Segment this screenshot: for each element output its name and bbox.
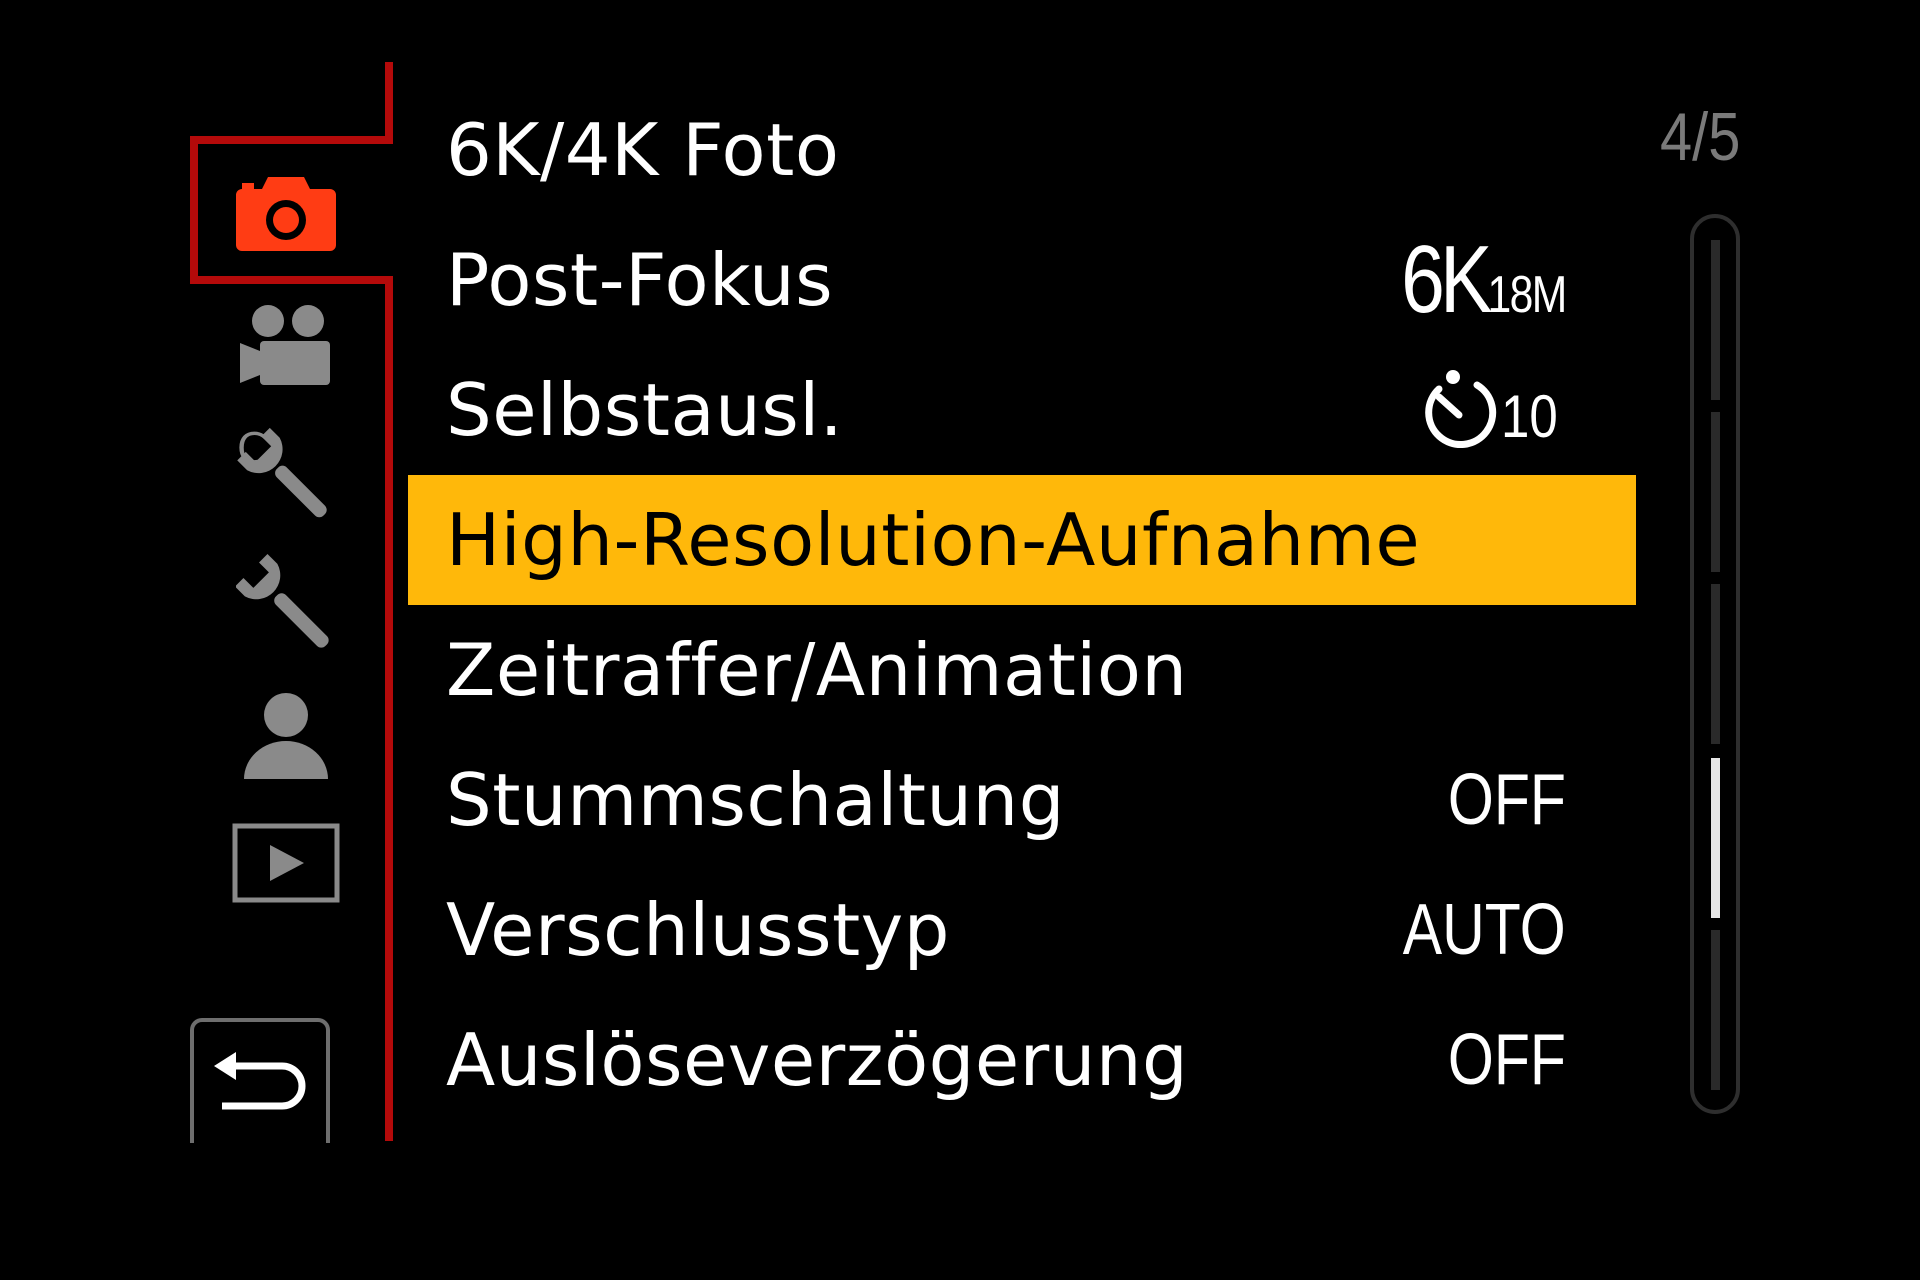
menu-item-label: Stummschaltung (446, 758, 1065, 842)
wrench-icon (236, 553, 329, 648)
tab-frame-line (190, 136, 198, 284)
value-6k: 6K (1401, 226, 1493, 333)
menu-item-label: Auslöseverzögerung (446, 1018, 1189, 1102)
timer-seconds: 10 (1501, 383, 1558, 450)
person-icon (244, 693, 328, 779)
menu-item-post-fokus[interactable]: Post-Fokus 6K18M (408, 215, 1636, 345)
tab-video[interactable] (226, 290, 346, 400)
menu-item-value: 6K18M (1401, 225, 1568, 335)
menu-item-ausloeseverzoegerung[interactable]: Auslöseverzögerung OFF (408, 995, 1636, 1125)
menu-item-value: OFF (1447, 760, 1566, 840)
menu-item-high-resolution[interactable]: High-Resolution-Aufnahme (408, 475, 1636, 605)
tab-frame-line (190, 136, 393, 144)
tab-custom[interactable]: C (226, 420, 346, 530)
menu-item-value: AUTO (1403, 890, 1566, 970)
menu-item-stummschaltung[interactable]: Stummschaltung OFF (408, 735, 1636, 865)
menu-item-label: Zeitraffer/Animation (446, 628, 1188, 712)
scroll-thumb[interactable] (1711, 758, 1720, 918)
menu-item-label: Verschlusstyp (446, 888, 950, 972)
scroll-segment (1711, 584, 1720, 744)
scroll-segment (1711, 412, 1720, 572)
tab-frame-line (190, 276, 393, 284)
tab-frame-line (385, 276, 393, 1141)
tab-photo[interactable] (226, 158, 346, 268)
scroll-segment (1711, 930, 1720, 1090)
menu-item-label: Selbstausl. (446, 368, 844, 452)
custom-wrench-icon: C (237, 424, 327, 518)
playback-icon (232, 823, 340, 903)
menu-item-selbstausl[interactable]: Selbstausl. 10 (408, 345, 1636, 475)
camera-menu-screen: C 4/5 6K/4K Foto Post-Fokus 6K18M Selbst… (0, 0, 1920, 1280)
return-arrow-icon (214, 1051, 306, 1109)
video-camera-icon (240, 305, 330, 385)
tab-frame-line (385, 62, 393, 140)
menu-item-zeitraffer[interactable]: Zeitraffer/Animation (408, 605, 1636, 735)
self-timer-icon (1425, 370, 1497, 448)
camera-icon (236, 177, 336, 251)
value-18m: 18M (1487, 266, 1568, 324)
page-indicator: 4/5 (1660, 99, 1741, 175)
tab-playback[interactable] (226, 808, 346, 918)
scroll-segment (1711, 240, 1720, 400)
menu-list: 6K/4K Foto Post-Fokus 6K18M Selbstausl. … (408, 85, 1636, 1125)
menu-item-label: High-Resolution-Aufnahme (446, 498, 1421, 582)
menu-item-value: 10 (1417, 369, 1568, 451)
tab-my-menu[interactable] (226, 680, 346, 790)
menu-item-verschlusstyp[interactable]: Verschlusstyp AUTO (408, 865, 1636, 995)
back-button[interactable] (190, 1018, 330, 1143)
scrollbar[interactable] (1690, 214, 1740, 1114)
tab-setup[interactable] (226, 548, 346, 658)
menu-item-label: 6K/4K Foto (446, 108, 840, 192)
menu-item-label: Post-Fokus (446, 238, 834, 322)
menu-item-value: OFF (1447, 1020, 1566, 1100)
menu-item-6k-4k-foto[interactable]: 6K/4K Foto (408, 85, 1636, 215)
